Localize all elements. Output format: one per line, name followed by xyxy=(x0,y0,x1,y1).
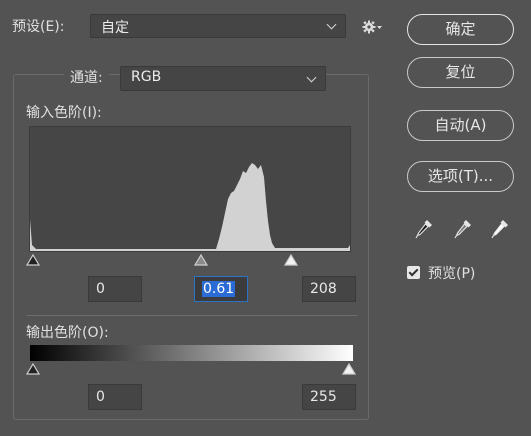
input-gamma-value: 0.61 xyxy=(202,281,236,297)
input-levels-label: 输入色阶(I): xyxy=(26,105,102,121)
chevron-down-icon xyxy=(306,72,317,83)
input-black-field[interactable]: 0 xyxy=(88,276,142,302)
output-black-slider[interactable] xyxy=(25,362,41,375)
reset-button[interactable]: 复位 xyxy=(407,57,514,88)
input-gamma-field[interactable]: 0.61 xyxy=(194,276,248,302)
auto-button[interactable]: 自动(A) xyxy=(407,110,514,141)
output-black-field[interactable]: 0 xyxy=(88,384,142,410)
output-gradient-bar xyxy=(30,345,353,361)
options-button[interactable]: 选项(T)... xyxy=(407,161,514,192)
output-white-slider[interactable] xyxy=(341,362,357,375)
preview-label: 预览(P) xyxy=(428,266,476,282)
gear-icon[interactable] xyxy=(361,18,383,36)
black-point-slider[interactable] xyxy=(25,253,41,266)
gamma-slider[interactable] xyxy=(193,253,209,266)
preview-checkbox[interactable] xyxy=(407,266,420,279)
white-point-slider[interactable] xyxy=(283,253,299,266)
preset-label: 预设(E): xyxy=(12,19,65,35)
channel-dropdown[interactable]: RGB xyxy=(120,66,326,91)
eyedropper-white-icon[interactable] xyxy=(490,218,510,240)
output-white-field[interactable]: 255 xyxy=(302,384,356,410)
levels-dialog: { "preset": { "label": "预设(E):", "value"… xyxy=(0,0,531,436)
output-levels-label: 输出色阶(O): xyxy=(26,325,109,341)
input-white-field[interactable]: 208 xyxy=(302,276,356,302)
histogram xyxy=(29,126,351,252)
chevron-down-icon xyxy=(326,19,337,30)
eyedropper-gray-icon[interactable] xyxy=(453,218,473,240)
eyedropper-black-icon[interactable] xyxy=(414,218,434,240)
preset-value: 自定 xyxy=(101,20,129,36)
preset-dropdown[interactable]: 自定 xyxy=(90,14,346,38)
divider xyxy=(27,315,357,316)
channel-value: RGB xyxy=(131,69,162,85)
channel-label: 通道: xyxy=(64,67,109,87)
ok-button[interactable]: 确定 xyxy=(407,14,514,45)
